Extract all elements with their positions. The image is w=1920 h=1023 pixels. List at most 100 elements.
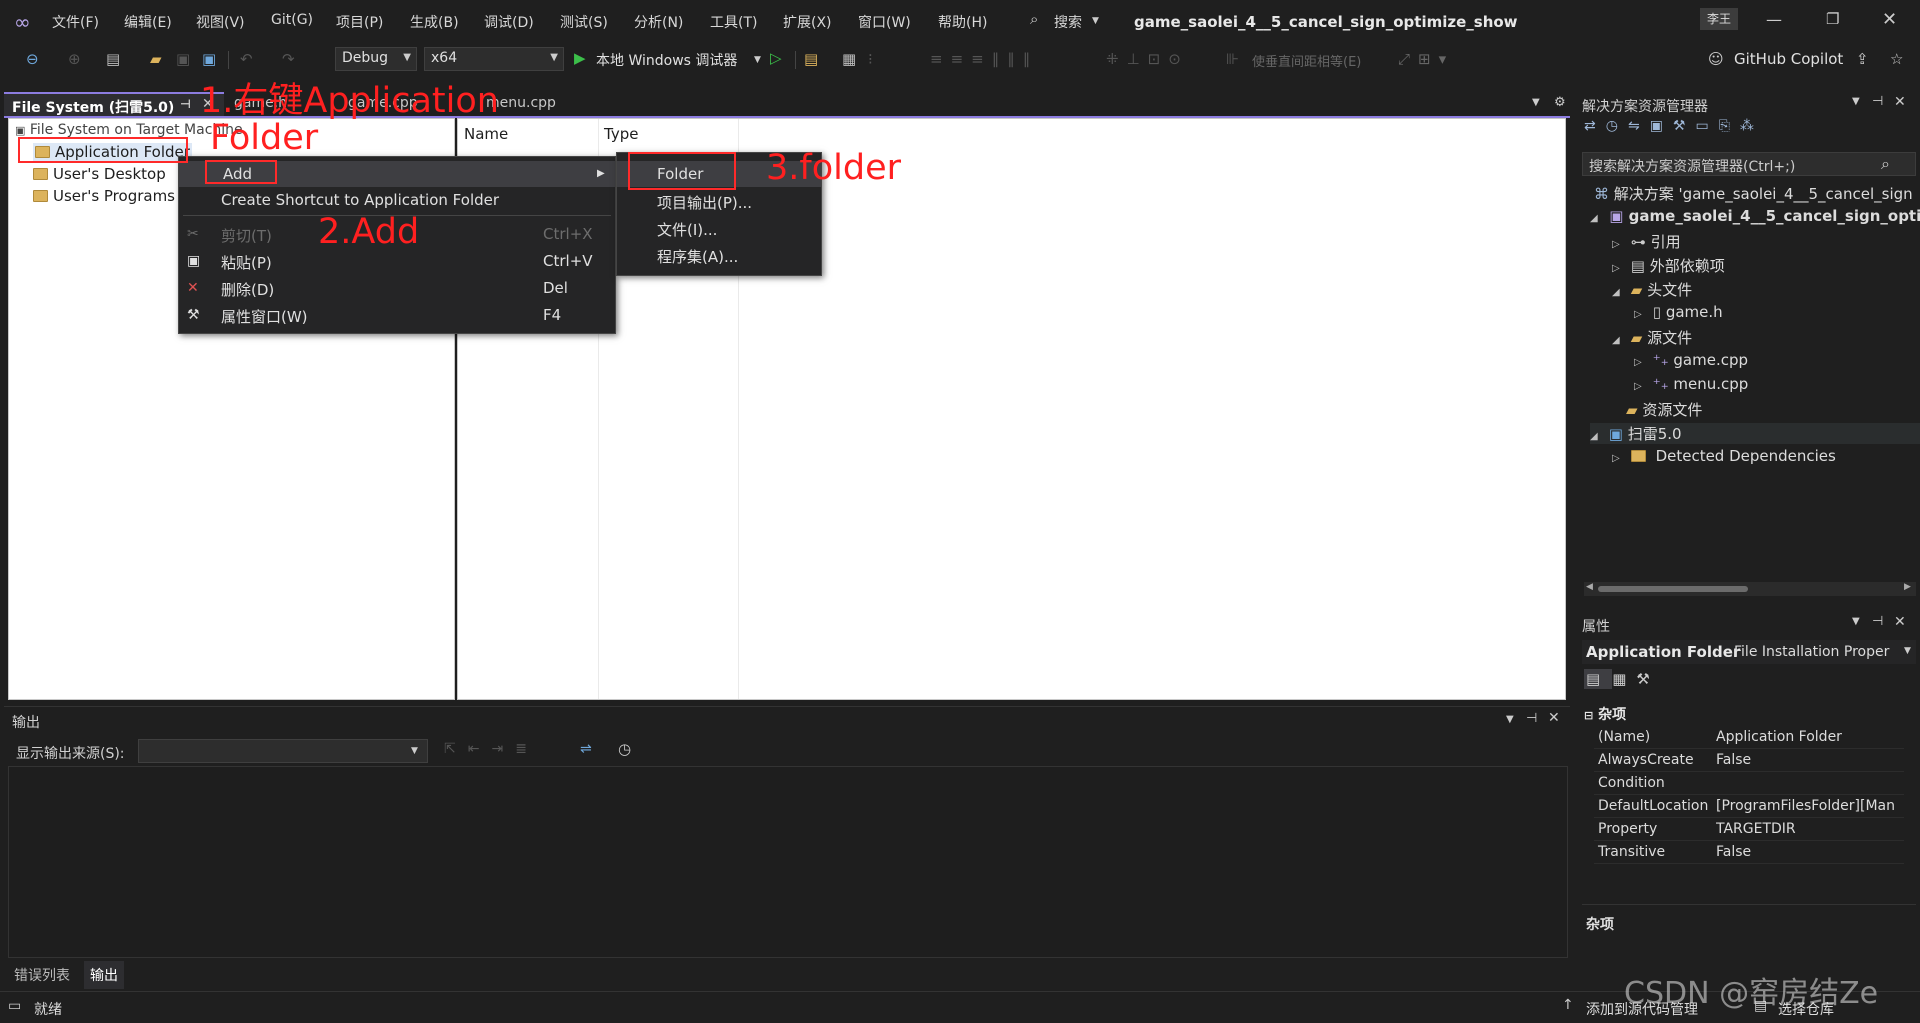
- tab-error-list[interactable]: 错误列表: [14, 965, 70, 985]
- redo-icon[interactable]: ↷: [282, 50, 295, 68]
- property-value[interactable]: Application Folder: [1716, 729, 1906, 745]
- copilot-icon[interactable]: ☺: [1708, 50, 1724, 68]
- copy-icon[interactable]: ⎘: [1719, 118, 1740, 134]
- property-value[interactable]: False: [1716, 844, 1906, 860]
- tree-solution[interactable]: ⌘ 解决方案 'game_saolei_4__5_cancel_sign: [1594, 183, 1913, 204]
- tree-game-h[interactable]: ▷ ▯ game.h: [1634, 303, 1723, 321]
- spacing-icon[interactable]: ⊪: [1226, 50, 1239, 68]
- scrollbar-thumb[interactable]: [1598, 586, 1748, 592]
- sync-icon[interactable]: ⇄: [1584, 118, 1606, 134]
- chevron-down-icon[interactable]: ▼: [1852, 96, 1860, 107]
- horizontal-scrollbar[interactable]: ◀ ▶: [1584, 582, 1916, 596]
- github-copilot-button[interactable]: GitHub Copilot: [1734, 50, 1843, 68]
- align-tools-icon[interactable]: ≡≡≡∥∥∥: [930, 50, 1038, 68]
- menu-help[interactable]: 帮助(H): [938, 12, 987, 32]
- tree-game-cpp[interactable]: ▷ ⁺₊ game.cpp: [1634, 351, 1748, 369]
- size-tools-icon[interactable]: ⁜⊥⊡⊙: [1106, 50, 1189, 68]
- property-row[interactable]: DefaultLocation [ProgramFilesFolder][Man: [1594, 795, 1904, 818]
- menu-build[interactable]: 生成(B): [410, 12, 459, 32]
- menu-item-create-shortcut[interactable]: Create Shortcut to Application Folder: [179, 187, 615, 213]
- property-row[interactable]: Condition: [1594, 772, 1904, 795]
- close-pane-icon[interactable]: ✕: [1894, 614, 1906, 630]
- column-header-type[interactable]: Type: [604, 125, 638, 143]
- minimize-icon[interactable]: —: [1766, 10, 1782, 29]
- output-text-area[interactable]: [8, 766, 1568, 958]
- menu-tools[interactable]: 工具(T): [710, 12, 757, 32]
- new-project-icon[interactable]: ▤: [106, 50, 120, 68]
- property-row[interactable]: Transitive False: [1594, 841, 1904, 864]
- tree-resource-files[interactable]: ▰ 资源文件: [1626, 399, 1702, 420]
- submenu-item-project-output[interactable]: 项目输出(P)...: [617, 188, 821, 214]
- collapse-icon[interactable]: ▣: [1650, 118, 1673, 134]
- property-value[interactable]: [ProgramFilesFolder][Man: [1716, 798, 1906, 814]
- tree-menu-cpp[interactable]: ▷ ⁺₊ menu.cpp: [1634, 375, 1748, 393]
- tree-item-users-desktop[interactable]: User's Desktop: [33, 165, 166, 183]
- output-source-select[interactable]: ▼: [138, 739, 428, 763]
- property-value[interactable]: TARGETDIR: [1716, 821, 1906, 837]
- menu-item-properties[interactable]: ⚒ 属性窗口(W) F4: [179, 302, 615, 328]
- clock-icon[interactable]: ◷: [618, 740, 631, 758]
- menu-file[interactable]: 文件(F): [52, 12, 99, 32]
- property-row[interactable]: (Name) Application Folder: [1594, 726, 1904, 749]
- tree-header-files[interactable]: ◢ ▰ 头文件: [1612, 279, 1692, 300]
- properties-object-select[interactable]: Application Folder File Installation Pro…: [1582, 640, 1916, 664]
- scroll-right-icon[interactable]: ▶: [1904, 582, 1911, 592]
- menu-view[interactable]: 视图(V): [196, 12, 245, 32]
- submenu-item-file[interactable]: 文件(I)...: [617, 215, 821, 241]
- user-badge[interactable]: 李王: [1700, 8, 1738, 30]
- configuration-select[interactable]: Debug ▼: [335, 47, 417, 71]
- close-pane-icon[interactable]: ✕: [1894, 94, 1906, 110]
- platform-select[interactable]: x64 ▼: [424, 47, 564, 71]
- menu-analyze[interactable]: 分析(N): [634, 12, 683, 32]
- layout-icon[interactable]: ▦: [842, 50, 856, 68]
- property-pages-icon[interactable]: ⚒: [1636, 670, 1659, 688]
- categorized-icon[interactable]: ▤: [1584, 669, 1613, 689]
- back-icon[interactable]: ⊖: [26, 50, 39, 68]
- output-toolbar-icons[interactable]: ⇱⇤⇥≣: [444, 741, 539, 757]
- share-icon[interactable]: ⇪: [1856, 50, 1869, 68]
- tree-project[interactable]: ◢ ▣ game_saolei_4__5_cancel_sign_optir: [1590, 207, 1920, 225]
- align-grid-icon[interactable]: ⁝: [868, 50, 873, 68]
- menu-window[interactable]: 窗口(W): [858, 12, 911, 32]
- save-all-icon[interactable]: ▣: [202, 50, 216, 68]
- tree-root[interactable]: ▣ File System on Target Machine: [15, 122, 243, 138]
- open-folder-icon[interactable]: ▰: [150, 50, 162, 68]
- column-header-name[interactable]: Name: [464, 125, 508, 143]
- close-pane-icon[interactable]: ✕: [1548, 710, 1560, 726]
- property-row[interactable]: AlwaysCreate False: [1594, 749, 1904, 772]
- menu-debug[interactable]: 调试(D): [484, 12, 534, 32]
- play-icon[interactable]: ▶: [574, 49, 586, 67]
- history-icon[interactable]: ◷: [1606, 118, 1628, 134]
- tree-setup-project[interactable]: ◢ ▣ 扫雷5.0: [1590, 423, 1920, 444]
- tree-icon[interactable]: ⁂: [1740, 118, 1764, 134]
- forward-icon[interactable]: ⊕: [68, 50, 81, 68]
- file-explorer-icon[interactable]: ▤: [804, 50, 818, 68]
- submenu-item-assembly[interactable]: 程序集(A)...: [617, 242, 821, 268]
- feedback-icon[interactable]: ☆: [1890, 50, 1903, 68]
- property-row[interactable]: Property TARGETDIR: [1594, 818, 1904, 841]
- tree-external-dependencies[interactable]: ▷ ▤ 外部依赖项: [1612, 255, 1725, 276]
- chevron-down-icon[interactable]: ▼: [754, 55, 761, 65]
- scroll-left-icon[interactable]: ◀: [1586, 582, 1593, 592]
- pin-icon[interactable]: ⊣: [1526, 711, 1537, 726]
- pin-icon[interactable]: ⊣: [1872, 94, 1883, 109]
- menu-edit[interactable]: 编辑(E): [124, 12, 172, 32]
- properties-category[interactable]: ⊟ 杂项: [1584, 704, 1626, 724]
- settings-gear-icon[interactable]: ⚙: [1554, 95, 1566, 110]
- search-icon[interactable]: ⌕: [1030, 10, 1038, 28]
- chevron-down-icon[interactable]: ▼: [1852, 616, 1860, 627]
- restore-icon[interactable]: ❐: [1826, 10, 1839, 28]
- property-value[interactable]: False: [1716, 752, 1906, 768]
- close-window-icon[interactable]: ✕: [1882, 9, 1897, 30]
- menu-item-delete[interactable]: ✕ 删除(D) Del: [179, 275, 615, 301]
- tab-file-system[interactable]: File System (扫雷5.0) ⊣ ✕: [4, 92, 224, 116]
- menu-project[interactable]: 项目(P): [336, 12, 383, 32]
- undo-icon[interactable]: ↶: [240, 50, 253, 68]
- global-search[interactable]: 搜索: [1054, 12, 1082, 32]
- start-without-debugging-icon[interactable]: ▷: [770, 49, 782, 67]
- filter-icon[interactable]: ▭: [1695, 118, 1718, 134]
- tab-output[interactable]: 输出: [84, 961, 124, 989]
- chevron-down-icon[interactable]: ▼: [1506, 714, 1514, 725]
- switch-views-icon[interactable]: ⇋: [1628, 118, 1650, 134]
- alphabetical-icon[interactable]: ▦: [1612, 670, 1636, 688]
